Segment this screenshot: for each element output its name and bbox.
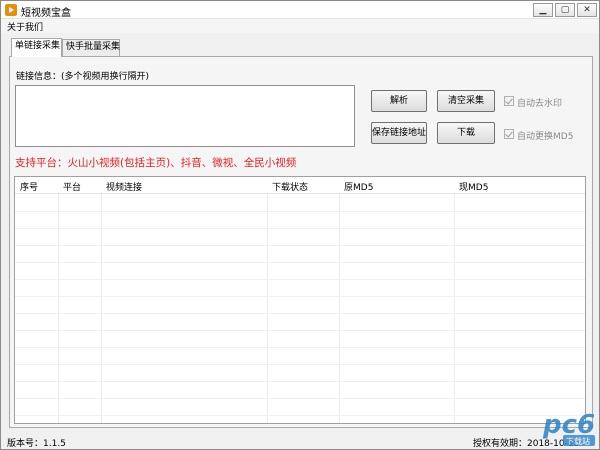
column-divider — [454, 177, 455, 423]
auto-change-md5-checkbox[interactable] — [504, 129, 514, 139]
close-button[interactable]: ✕ — [577, 3, 597, 17]
watermark-subtext: 下载站 — [566, 436, 590, 446]
minimize-button[interactable]: ▁ — [533, 3, 553, 17]
parse-button[interactable]: 解析 — [371, 90, 427, 112]
link-info-label: 链接信息：(多个视频用换行隔开) — [16, 72, 150, 82]
column-divider — [267, 177, 268, 423]
column-header-index[interactable]: 序号 — [20, 180, 38, 193]
row-divider — [15, 245, 585, 246]
window-title: 短视频宝盒 — [21, 8, 71, 19]
supported-platforms-text: 支持平台：火山小视频(包括主页)、抖音、微视、全民小视频 — [15, 157, 297, 169]
menu-about-us[interactable]: 关于我们 — [7, 20, 43, 33]
tab-single-link[interactable]: 单链接采集 — [11, 38, 62, 57]
auto-remove-watermark-label: 自动去水印 — [517, 99, 563, 109]
row-divider — [15, 415, 585, 416]
column-header-platform[interactable]: 平台 — [63, 180, 81, 193]
column-header-original-md5[interactable]: 原MD5 — [344, 180, 373, 193]
version-text: 版本号：1.1.5 — [7, 439, 66, 449]
auto-change-md5-label: 自动更换MD5 — [517, 132, 574, 142]
clear-collection-button[interactable]: 清空采集 — [437, 90, 495, 112]
status-bar: 版本号：1.1.5 授权有效期：2018-10-18 — [1, 432, 599, 449]
app-play-icon — [5, 4, 17, 16]
column-header-video-link[interactable]: 视频连接 — [106, 180, 142, 193]
row-divider — [15, 347, 585, 348]
app-window: 短视频宝盒 ▁ ▢ ✕ 关于我们 单链接采集 快手批量采集 链接信息：(多个视频… — [0, 0, 600, 450]
column-divider — [339, 177, 340, 423]
maximize-button[interactable]: ▢ — [555, 3, 575, 17]
column-divider — [58, 177, 59, 423]
row-divider — [15, 381, 585, 382]
column-divider — [101, 177, 102, 423]
link-input-textarea[interactable] — [15, 85, 355, 147]
column-header-current-md5[interactable]: 现MD5 — [459, 180, 488, 193]
pc6-watermark-logo: pc6 下载站 — [542, 410, 595, 446]
row-divider — [15, 262, 585, 263]
row-divider — [15, 398, 585, 399]
row-divider — [15, 313, 585, 314]
row-divider — [15, 228, 585, 229]
menu-bar: 关于我们 — [1, 19, 599, 33]
row-divider — [15, 364, 585, 365]
column-header-download-status[interactable]: 下载状态 — [272, 180, 308, 193]
row-divider — [15, 296, 585, 297]
download-button[interactable]: 下载 — [437, 122, 495, 144]
tab-kuaishou-batch[interactable]: 快手批量采集 — [62, 39, 120, 56]
row-divider — [15, 211, 585, 212]
row-divider — [15, 330, 585, 331]
auto-remove-watermark-checkbox[interactable] — [504, 96, 514, 106]
title-bar: 短视频宝盒 ▁ ▢ ✕ — [1, 1, 599, 19]
save-link-address-button[interactable]: 保存链接地址 — [371, 122, 427, 144]
table-header: 序号 平台 视频连接 下载状态 原MD5 现MD5 — [15, 177, 585, 194]
row-divider — [15, 279, 585, 280]
results-table: 序号 平台 视频连接 下载状态 原MD5 现MD5 — [14, 176, 586, 424]
